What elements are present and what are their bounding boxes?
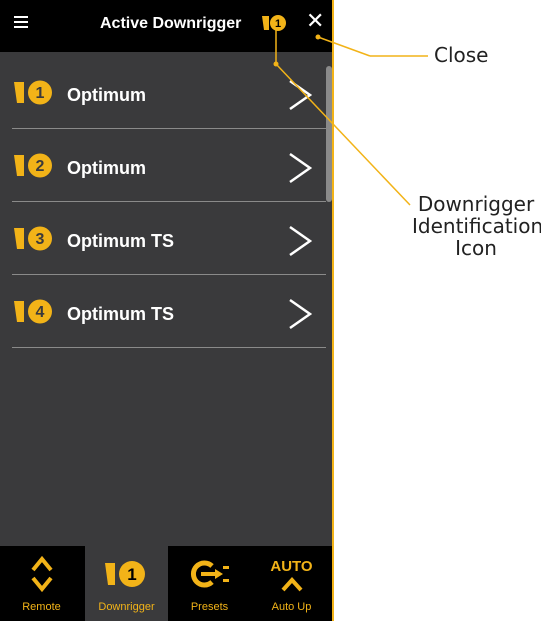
list-item[interactable]: 3 Optimum TS bbox=[12, 202, 326, 275]
downrigger-label: Optimum TS bbox=[67, 231, 174, 251]
top-bar: Active Downrigger 1 ✕ bbox=[0, 0, 332, 52]
tab-label: Auto Up bbox=[271, 601, 312, 613]
downrigger-number: 1 bbox=[36, 85, 45, 102]
chevron-right-icon[interactable] bbox=[288, 152, 312, 184]
downrigger-icon: 1 bbox=[104, 561, 145, 587]
up-down-chevrons-icon bbox=[30, 555, 53, 593]
downrigger-label: Optimum bbox=[67, 85, 146, 105]
downrigger-icon: 2 bbox=[14, 153, 52, 178]
downrigger-list: 1 Optimum 2 Optimum 3 Optimum TS 4 Optim… bbox=[0, 56, 326, 348]
auto-text: AUTO bbox=[270, 558, 313, 575]
downrigger-identification-icon: 1 bbox=[262, 15, 286, 31]
downrigger-number: 2 bbox=[36, 158, 45, 175]
bottom-nav: Remote 1 Downrigger Presets AUTO Auto Up bbox=[0, 546, 332, 621]
list-item[interactable]: 4 Optimum TS bbox=[12, 275, 326, 348]
downrigger-number: 4 bbox=[36, 304, 45, 321]
tab-downrigger[interactable]: 1 Downrigger bbox=[85, 546, 168, 621]
downrigger-label: Optimum TS bbox=[67, 304, 174, 324]
active-downrigger-number: 1 bbox=[275, 18, 281, 30]
callout-line: Icon bbox=[455, 236, 497, 260]
tab-presets[interactable]: Presets bbox=[168, 546, 251, 621]
tab-label: Remote bbox=[22, 601, 61, 613]
app-screen: Active Downrigger 1 ✕ 1 Optimum 2 Optimu… bbox=[0, 0, 334, 621]
callout-line: Identification bbox=[412, 214, 541, 238]
downrigger-number: 1 bbox=[127, 565, 136, 584]
close-button[interactable]: ✕ bbox=[306, 10, 324, 32]
page-title: Active Downrigger bbox=[100, 15, 242, 32]
tab-auto-up[interactable]: AUTO Auto Up bbox=[250, 546, 332, 621]
menu-icon[interactable] bbox=[14, 16, 28, 28]
list-item[interactable]: 1 Optimum bbox=[12, 56, 326, 129]
presets-icon bbox=[190, 560, 229, 588]
downrigger-number: 3 bbox=[36, 231, 45, 248]
chevron-right-icon[interactable] bbox=[288, 298, 312, 330]
callout-close: Close bbox=[434, 43, 489, 67]
downrigger-label: Optimum bbox=[67, 158, 146, 178]
chevron-up-icon bbox=[281, 577, 302, 592]
callout-line: Downrigger bbox=[417, 192, 535, 216]
downrigger-icon: 1 bbox=[14, 80, 52, 105]
chevron-right-icon[interactable] bbox=[288, 225, 312, 257]
callout-identification: Downrigger Identification Icon bbox=[412, 192, 541, 260]
tab-label: Downrigger bbox=[98, 601, 155, 613]
downrigger-icon: 4 bbox=[14, 299, 52, 324]
scrollbar[interactable] bbox=[326, 66, 332, 202]
list-item[interactable]: 2 Optimum bbox=[12, 129, 326, 202]
tab-remote[interactable]: Remote bbox=[0, 546, 83, 621]
chevron-right-icon[interactable] bbox=[288, 79, 312, 111]
downrigger-icon: 3 bbox=[14, 226, 52, 251]
tab-label: Presets bbox=[190, 601, 229, 613]
